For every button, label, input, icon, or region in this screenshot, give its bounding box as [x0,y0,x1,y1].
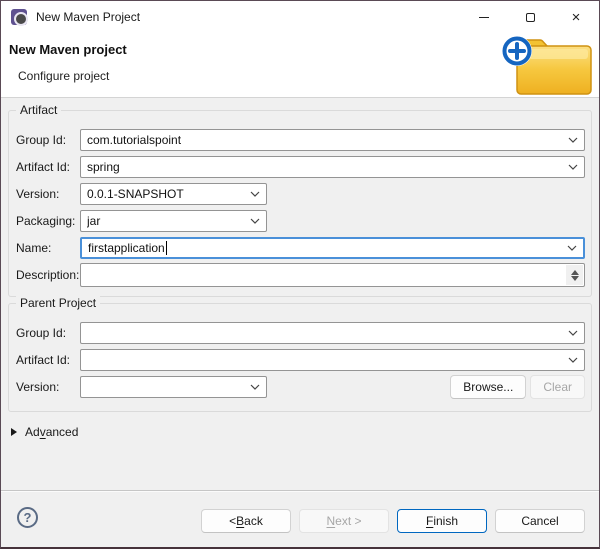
artifact-id-combo[interactable] [80,156,585,178]
group-id-label: Group Id: [16,133,67,147]
question-mark-icon: ? [23,510,32,525]
minimize-icon [479,16,489,18]
name-value: firstapplication [88,241,165,255]
chevron-down-icon[interactable] [568,357,578,363]
description-label: Description: [16,268,80,282]
parent-version-input[interactable] [81,380,266,394]
chevron-down-icon[interactable] [250,218,260,224]
window-title: New Maven Project [36,10,141,24]
group-id-input[interactable] [81,133,584,147]
wizard-buttons: < Back Next > Finish Cancel [201,509,585,533]
version-input[interactable] [81,187,266,201]
chevron-down-icon[interactable] [568,137,578,143]
packaging-combo[interactable] [80,210,267,232]
parent-group-id-input[interactable] [81,326,584,340]
page-subtitle: Configure project [18,69,110,83]
new-folder-icon [502,36,592,95]
advanced-expander[interactable]: Advanced [11,425,78,439]
packaging-label: Packaging: [16,214,76,228]
group-id-row: Group Id: [16,129,585,151]
artifact-group-legend: Artifact [16,103,62,118]
spinner-down-icon[interactable] [570,275,579,281]
chevron-down-icon[interactable] [568,164,578,170]
caption-buttons: × [461,1,599,33]
version-row: Version: [16,183,585,205]
browse-button[interactable]: Browse... [450,375,527,399]
artifact-id-row: Artifact Id: [16,156,585,178]
next-button: Next > [299,509,389,533]
help-button[interactable]: ? [17,507,38,528]
artifact-id-label: Artifact Id: [16,160,71,174]
name-combo[interactable]: firstapplication [80,237,585,259]
parent-artifact-id-label: Artifact Id: [16,353,71,367]
packaging-row: Packaging: [16,210,585,232]
description-field[interactable] [80,263,585,287]
wizard-banner: New Maven project Configure project [1,33,599,98]
chevron-down-icon[interactable] [250,384,260,390]
name-row: Name: firstapplication [16,237,585,259]
maximize-icon [525,12,535,22]
parent-artifact-id-input[interactable] [81,353,584,367]
wizard-content: Artifact Group Id: Artifact Id: Version: [1,99,599,490]
expand-triangle-icon[interactable] [11,428,17,436]
parent-artifact-id-combo[interactable] [80,349,585,371]
close-button[interactable]: × [553,1,599,33]
parent-artifact-id-row: Artifact Id: [16,349,585,371]
version-combo[interactable] [80,183,267,205]
close-icon: × [571,8,581,26]
parent-group-id-row: Group Id: [16,322,585,344]
finish-button[interactable]: Finish [397,509,487,533]
back-button[interactable]: < Back [201,509,291,533]
titlebar: New Maven Project × [1,1,599,33]
advanced-label: Advanced [25,425,79,439]
minimize-button[interactable] [461,1,507,33]
name-label: Name: [16,241,52,255]
new-maven-project-dialog: New Maven Project × New Maven project Co… [0,0,600,549]
parent-version-buttons: Browse... Clear [450,375,585,399]
button-bar: ? < Back Next > Finish Cancel [1,490,599,547]
text-caret [165,241,167,255]
parent-project-group: Parent Project Group Id: Artifact Id: Ve… [8,296,592,412]
chevron-down-icon[interactable] [250,191,260,197]
plus-badge-icon [502,36,532,66]
parent-version-label: Version: [16,380,60,394]
description-row: Description: [16,263,585,287]
parent-group-id-combo[interactable] [80,322,585,344]
version-label: Version: [16,187,60,201]
parent-project-legend: Parent Project [16,296,101,311]
parent-group-id-label: Group Id: [16,326,67,340]
eclipse-wizard-icon [11,9,28,26]
packaging-input[interactable] [81,214,266,228]
artifact-group: Artifact Group Id: Artifact Id: Version: [8,103,592,297]
clear-button: Clear [530,375,585,399]
artifact-id-input[interactable] [81,160,584,174]
chevron-down-icon[interactable] [567,245,577,251]
chevron-down-icon[interactable] [568,330,578,336]
maximize-button[interactable] [507,1,553,33]
parent-version-row: Version: Browse... Clear [16,375,585,399]
cancel-button[interactable]: Cancel [495,509,585,533]
group-id-combo[interactable] [80,129,585,151]
parent-version-combo[interactable] [80,376,267,398]
page-title: New Maven project [9,42,127,57]
scroll-spinner[interactable] [566,265,583,285]
spinner-up-icon[interactable] [570,269,579,275]
